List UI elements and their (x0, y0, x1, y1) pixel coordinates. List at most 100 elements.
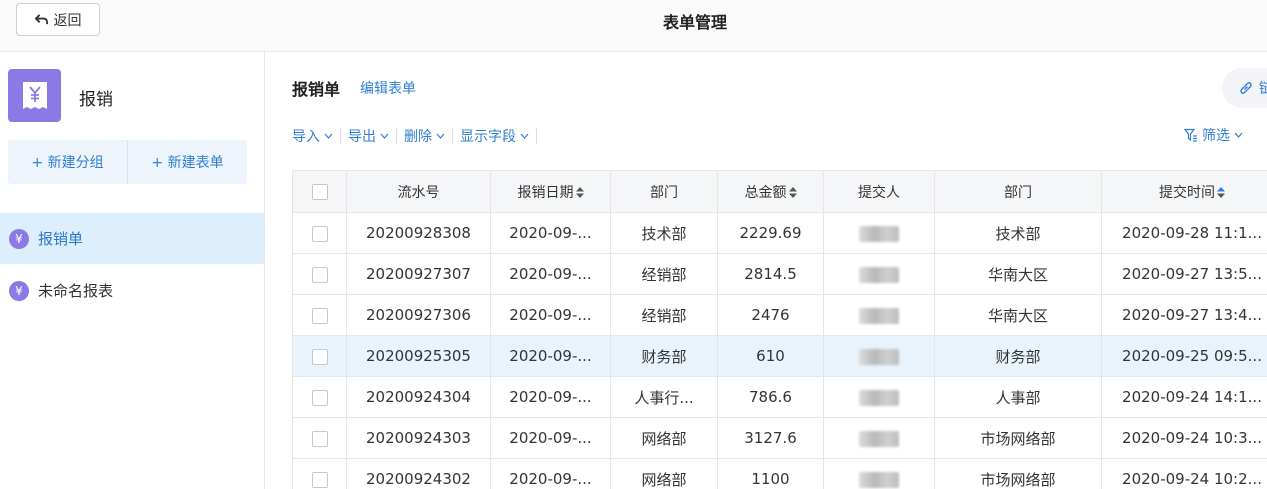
dept-cell: 经销部 (610, 253, 718, 295)
form-name: 报销 (79, 90, 113, 110)
row-select-cell[interactable] (292, 417, 347, 459)
redacted-avatar (859, 348, 899, 365)
row-select-cell[interactable] (292, 294, 347, 336)
select-all-checkbox[interactable] (311, 183, 328, 200)
share-link-button[interactable]: 链 (1222, 68, 1267, 108)
submit-time-cell: 2020-09-27 13:4... (1101, 294, 1267, 336)
submit-time-cell: 2020-09-25 09:5... (1101, 335, 1267, 377)
row-select-cell[interactable] (292, 212, 347, 254)
dept-cell: 财务部 (610, 335, 718, 377)
submit-time-cell: 2020-09-24 10:3... (1101, 417, 1267, 459)
amount-cell: 2229.69 (717, 212, 824, 254)
table-row[interactable]: 20200928308 2020-09-... 技术部 2229.69 技术部 2020-… (292, 212, 1267, 254)
submitter-cell (823, 335, 935, 377)
new-group-button[interactable]: + 新建分组 (8, 140, 127, 184)
redacted-avatar (859, 471, 899, 488)
row-checkbox[interactable] (311, 225, 328, 242)
toolbar-divider (536, 128, 537, 144)
page-title: 表单管理 (662, 13, 727, 32)
display-fields-dropdown[interactable]: 显示字段 (460, 126, 529, 146)
form-logo (8, 69, 61, 122)
amount-cell: 2476 (717, 294, 824, 336)
receipt-yen-icon (22, 81, 47, 109)
table-row[interactable]: 20200925305 2020-09-... 财务部 610 财务部 2020-09-2… (292, 335, 1267, 377)
main-content: 报销单 编辑表单 链 导入 导出 删除 显示字段 筛选 流水号 报销日期 部门 … (265, 52, 1267, 489)
submit-time-cell: 2020-09-24 10:2... (1101, 458, 1267, 489)
table-header-row: 流水号 报销日期 部门 总金额 提交人 部门 提交时间 (292, 170, 1267, 213)
import-dropdown[interactable]: 导入 (292, 126, 333, 146)
top-bar: 返回 表单管理 (0, 0, 1267, 52)
row-checkbox[interactable] (311, 471, 328, 488)
toolbar-divider (340, 128, 341, 144)
records-table-wrapper: 流水号 报销日期 部门 总金额 提交人 部门 提交时间 20200928308 2… (292, 170, 1267, 489)
serial-cell: 20200924304 (346, 376, 491, 418)
row-checkbox[interactable] (311, 266, 328, 283)
redacted-avatar (859, 389, 899, 406)
dept-cell: 人事行... (610, 376, 718, 418)
funnel-icon (1184, 128, 1197, 142)
redacted-avatar (859, 430, 899, 447)
column-header-submit-time[interactable]: 提交时间 (1101, 170, 1267, 213)
submitter-dept-cell: 华南大区 (934, 294, 1102, 336)
row-checkbox[interactable] (311, 430, 328, 447)
dept-cell: 经销部 (610, 294, 718, 336)
table-row[interactable]: 20200924302 2020-09-... 网络部 1100 市场网络部 2020-0… (292, 458, 1267, 489)
row-checkbox[interactable] (311, 307, 328, 324)
column-label: 部门 (1004, 184, 1032, 201)
sort-icon[interactable] (1217, 186, 1225, 198)
submitter-dept-cell: 人事部 (934, 376, 1102, 418)
submit-time-cell: 2020-09-24 14:1... (1101, 376, 1267, 418)
row-select-cell[interactable] (292, 335, 347, 377)
column-label: 提交时间 (1159, 184, 1215, 201)
submitter-dept-cell: 华南大区 (934, 253, 1102, 295)
table-row[interactable]: 20200927306 2020-09-... 经销部 2476 华南大区 2020-09… (292, 294, 1267, 336)
select-all-cell[interactable] (292, 170, 347, 213)
row-select-cell[interactable] (292, 253, 347, 295)
submit-time-cell: 2020-09-27 13:5... (1101, 253, 1267, 295)
link-icon (1240, 81, 1252, 95)
column-label: 报销日期 (517, 184, 574, 201)
filter-label: 筛选 (1202, 128, 1230, 144)
table-row[interactable]: 20200924304 2020-09-... 人事行... 786.6 人事部 2020… (292, 376, 1267, 418)
amount-cell: 3127.6 (717, 417, 824, 459)
redacted-avatar (859, 307, 899, 324)
submitter-dept-cell: 技术部 (934, 212, 1102, 254)
table-row[interactable]: 20200927307 2020-09-... 经销部 2814.5 华南大区 2020-… (292, 253, 1267, 295)
new-form-button[interactable]: + 新建表单 (127, 140, 247, 184)
column-header-serial[interactable]: 流水号 (346, 170, 491, 213)
delete-dropdown[interactable]: 删除 (404, 126, 445, 146)
submitter-dept-cell: 财务部 (934, 335, 1102, 377)
table-row[interactable]: 20200924303 2020-09-... 网络部 3127.6 市场网络部 2020… (292, 417, 1267, 459)
date-cell: 2020-09-... (490, 253, 611, 295)
toolbar: 导入 导出 删除 显示字段 (292, 125, 544, 147)
submitter-cell (823, 417, 935, 459)
row-select-cell[interactable] (292, 376, 347, 418)
row-checkbox[interactable] (311, 389, 328, 406)
sidebar-item-unnamed-report[interactable]: ¥ 未命名报表 (0, 265, 264, 316)
export-dropdown[interactable]: 导出 (348, 126, 389, 146)
column-header-submitter-dept[interactable]: 部门 (934, 170, 1102, 213)
column-header-amount[interactable]: 总金额 (717, 170, 824, 213)
column-header-dept[interactable]: 部门 (610, 170, 718, 213)
sidebar-item-reimbursement[interactable]: ¥ 报销单 (0, 213, 264, 264)
filter-dropdown[interactable]: 筛选 (1184, 125, 1243, 145)
column-header-submitter[interactable]: 提交人 (823, 170, 935, 213)
sort-icon[interactable] (788, 186, 797, 198)
row-select-cell[interactable] (292, 458, 347, 489)
sort-icon[interactable] (575, 186, 584, 198)
date-cell: 2020-09-... (490, 212, 611, 254)
date-cell: 2020-09-... (490, 335, 611, 377)
serial-cell: 20200927307 (346, 253, 491, 295)
date-cell: 2020-09-... (490, 376, 611, 418)
dept-cell: 技术部 (610, 212, 718, 254)
form-title: 报销单 (292, 80, 341, 99)
chevron-down-icon (380, 133, 389, 139)
column-header-date[interactable]: 报销日期 (490, 170, 611, 213)
edit-form-link[interactable]: 编辑表单 (360, 78, 416, 98)
chevron-down-icon (520, 133, 529, 139)
row-checkbox[interactable] (311, 348, 328, 365)
serial-cell: 20200927306 (346, 294, 491, 336)
submitter-dept-cell: 市场网络部 (934, 417, 1102, 459)
column-label: 总金额 (744, 184, 787, 201)
submitter-cell (823, 212, 935, 254)
